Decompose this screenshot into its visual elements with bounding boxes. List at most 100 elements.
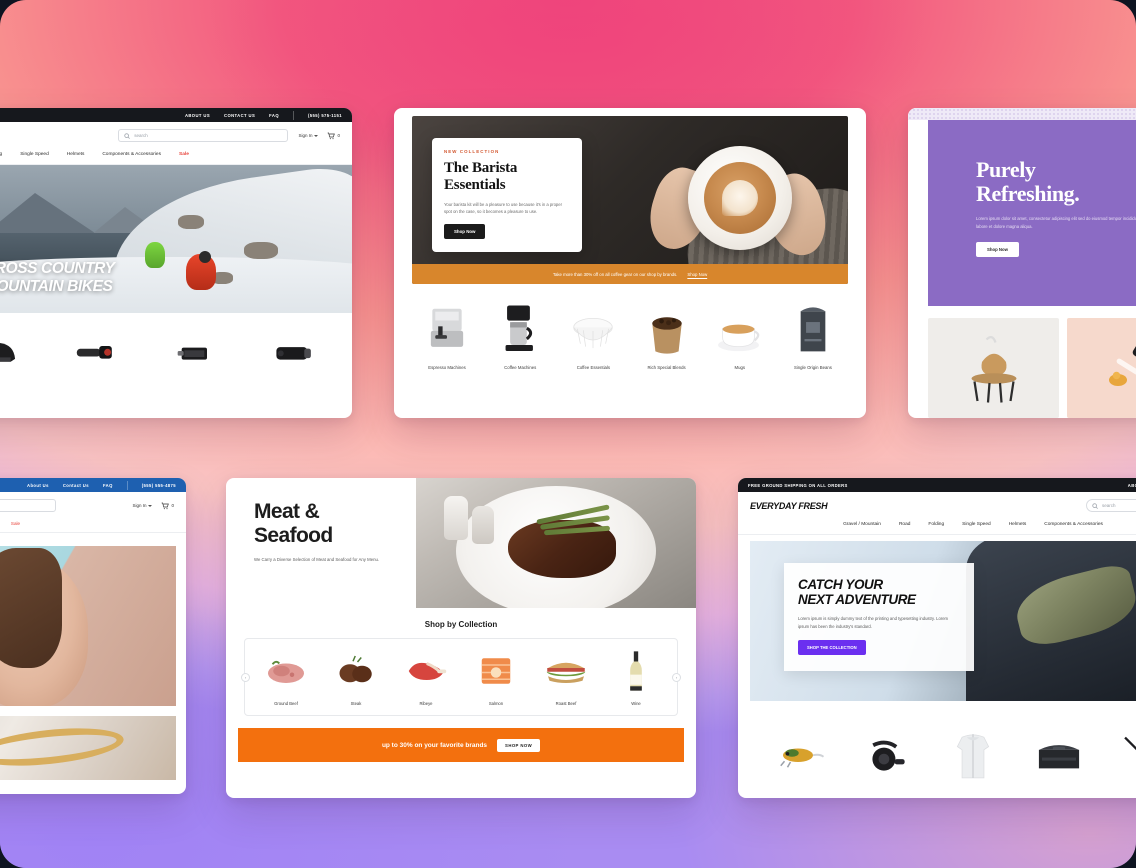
hero-banner-bikes: CROSS COUNTRY MOUNTAIN BIKES [0, 165, 352, 313]
search-input[interactable]: search [1086, 499, 1136, 512]
search-input[interactable]: search [0, 499, 56, 512]
promo-banner-text: Take more than 30% off on all coffee gea… [552, 271, 678, 277]
shop-now-button[interactable]: SHOP NOW [497, 738, 541, 752]
fishing-reel-icon[interactable] [860, 729, 914, 783]
category-single-origin-beans[interactable]: Single Origin Beans [780, 298, 846, 370]
nav-item-folding[interactable]: Folding [919, 522, 953, 527]
search-placeholder: search [1102, 503, 1116, 508]
fishing-lure-icon[interactable] [774, 729, 828, 783]
announcement-bar: Take more than 30% off on all [908, 108, 1136, 120]
collection-label: Roast Beef [555, 701, 577, 706]
hero-banner-jewelry [0, 546, 176, 706]
cart-icon [328, 132, 336, 139]
collection-ground-beef[interactable]: Ground Beef [251, 649, 321, 706]
roast-beef-sandwich-icon [531, 649, 601, 693]
hero-banner-fishing: CATCH YOUR NEXT ADVENTURE Lorem ipsum is… [750, 541, 1136, 701]
topbar-divider [126, 480, 128, 490]
bike-grips-icon[interactable] [72, 330, 118, 376]
category-rich-special-blends[interactable]: Rich Special Blends [634, 298, 700, 370]
nav-item-sale[interactable]: Sale [11, 521, 20, 526]
nav-item-road[interactable]: Road [890, 522, 919, 527]
storefront-card-jewelry[interactable]: About Us Contact Us FAQ (555) 555-4875 s… [0, 478, 186, 794]
collection-wine[interactable]: Wine [601, 649, 671, 706]
section-title-collections: Shop by Collection [424, 620, 498, 629]
product-tile-diffuser[interactable] [928, 318, 1059, 418]
nav-item-components[interactable]: Components & Accessories [93, 152, 170, 157]
collection-ribeye[interactable]: Ribeye [391, 649, 461, 706]
fishing-rod-icon[interactable] [1118, 729, 1136, 783]
coffee-filters-icon [560, 298, 626, 356]
shop-now-button[interactable]: Shop Now [444, 223, 486, 239]
helmet-icon[interactable] [0, 330, 19, 376]
cart-count: 0 [337, 133, 340, 138]
carousel-prev-button[interactable]: ‹ [241, 673, 250, 682]
utility-topbar: FREE GROUND SHIPPING ON ALL ORDERS ABOUT… [738, 478, 1136, 492]
search-input[interactable]: search [118, 129, 289, 142]
category-espresso-machines[interactable]: Espresso Machines [414, 298, 480, 370]
collection-salmon[interactable]: Salmon [461, 649, 531, 706]
breadcrumb: Bracelets Silver Style [0, 533, 186, 546]
sign-in-label: Sign In [298, 133, 313, 138]
storefront-card-wellness[interactable]: Take more than 30% off on all Purely Ref… [908, 108, 1136, 418]
nav-item-components[interactable]: Components & Accessories [1035, 522, 1112, 527]
storefront-card-bikes[interactable]: ABOUT US CONTACT US FAQ (555) 575-1151 s… [0, 108, 352, 418]
bike-pedal-icon[interactable] [172, 330, 218, 376]
tackle-box-icon[interactable] [1032, 729, 1086, 783]
store-header: search Sign In 0 [0, 122, 352, 149]
product-tile-dropper[interactable] [1067, 318, 1136, 418]
hero-title-wellness: Purely Refreshing. [976, 157, 1080, 207]
nav-item-helmets[interactable]: Helmets [58, 152, 94, 157]
shop-collection-button[interactable]: SHOP THE COLLECTION [798, 640, 866, 656]
nav-item-sale[interactable]: Sale [170, 152, 198, 157]
topbar-link-about[interactable]: ABOUT US [185, 113, 210, 118]
cart-button[interactable]: 0 [161, 502, 174, 510]
cart-icon [162, 502, 170, 509]
sign-in-button[interactable]: Sign In [298, 133, 319, 138]
category-row-coffee: Espresso Machines Coffee Machines Coffee… [394, 284, 866, 370]
carousel-next-button[interactable]: › [672, 673, 681, 682]
fishing-jacket-icon[interactable] [946, 729, 1000, 783]
collection-label: Wine [631, 701, 641, 706]
bike-light-icon[interactable] [271, 330, 317, 376]
chevron-down-icon [148, 504, 153, 507]
wine-bottle-icon [601, 649, 671, 693]
storefront-card-meat[interactable]: Meat & Seafood We Carry a Diverse Select… [226, 478, 696, 798]
topbar-phone[interactable]: (555) 575-1151 [308, 113, 342, 118]
main-nav: Gravel / Mountain Road Folding Single Sp… [738, 519, 1136, 535]
shop-now-button[interactable]: Shop Now [976, 242, 1020, 258]
storefront-card-coffee[interactable]: NEW COLLECTION The Barista Essentials Yo… [394, 108, 866, 418]
category-coffee-machines[interactable]: Coffee Machines [487, 298, 553, 370]
topbar-link-about[interactable]: About Us [27, 483, 49, 488]
store-logo[interactable]: EVERYDAY FRESH [750, 501, 828, 511]
search-icon [1092, 502, 1098, 509]
nav-item-single-speed[interactable]: Single Speed [11, 152, 58, 157]
category-coffee-essentials[interactable]: Coffee Essentials [560, 298, 626, 370]
nav-item-gravel-mountain[interactable]: Gravel / Mountain [834, 522, 890, 527]
hero-title-bikes: CROSS COUNTRY MOUNTAIN BIKES [0, 260, 115, 295]
topbar-link-contact[interactable]: Contact Us [63, 483, 89, 488]
collection-steak[interactable]: Steak [321, 649, 391, 706]
sign-in-button[interactable]: Sign In [132, 503, 153, 508]
storefront-card-fishing[interactable]: FREE GROUND SHIPPING ON ALL ORDERS ABOUT… [738, 478, 1136, 798]
hero-text-card: CATCH YOUR NEXT ADVENTURE Lorem ipsum is… [784, 563, 974, 672]
gradient-backdrop: ABOUT US CONTACT US FAQ (555) 575-1151 s… [0, 0, 1136, 868]
topbar-link-faq[interactable]: FAQ [269, 113, 279, 118]
category-mugs[interactable]: Mugs [707, 298, 773, 370]
topbar-link-about[interactable]: ABOUT US [1128, 483, 1136, 488]
topbar-link-contact[interactable]: CONTACT US [224, 113, 255, 118]
espresso-machine-icon [414, 298, 480, 356]
promo-banner-link[interactable]: Shop Now [687, 272, 707, 277]
topbar-phone[interactable]: (555) 555-4875 [142, 483, 176, 488]
search-placeholder: search [134, 133, 148, 138]
cart-button[interactable]: 0 [327, 132, 340, 140]
store-header: EVERYDAY FRESH search [738, 492, 1136, 519]
gold-bracelet-icon [0, 722, 126, 772]
nav-item-helmets[interactable]: Helmets [1000, 522, 1036, 527]
nav-item-single-speed[interactable]: Single Speed [953, 522, 1000, 527]
nav-item-folding[interactable]: Folding [0, 152, 11, 157]
product-photo-bracelet [0, 716, 176, 780]
salmon-icon [461, 649, 531, 693]
collection-roast-beef[interactable]: Roast Beef [531, 649, 601, 706]
topbar-link-faq[interactable]: FAQ [103, 483, 113, 488]
product-strip-fishing [738, 701, 1136, 793]
